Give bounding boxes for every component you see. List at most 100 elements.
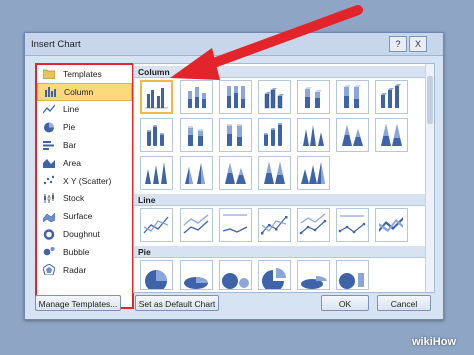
chart-subtype-3d-column[interactable] — [375, 80, 408, 114]
doughnut-chart-icon — [43, 228, 55, 240]
column-chart-icon — [44, 86, 56, 98]
bubble-chart-icon — [43, 246, 55, 257]
3d-pyramid-icon — [301, 162, 325, 184]
line-with-markers-icon — [261, 216, 288, 235]
close-button[interactable]: X — [409, 36, 427, 52]
chart-subtype-3d-pie[interactable] — [180, 260, 213, 290]
chart-type-pie[interactable]: Pie — [37, 118, 132, 136]
chart-subtype-3d-cylinder[interactable] — [258, 118, 291, 152]
pie-icon — [145, 270, 167, 292]
chart-type-label: Bubble — [63, 246, 90, 257]
stacked-line-with-markers-icon — [299, 213, 327, 235]
chart-type-area[interactable]: Area — [37, 154, 132, 172]
3d-line-icon — [379, 217, 403, 232]
chart-type-label: Column — [64, 86, 94, 97]
ok-button[interactable]: OK — [321, 295, 369, 311]
chart-subtype-clustered-cone[interactable] — [297, 118, 330, 152]
chart-subtype-stacked-line[interactable] — [180, 208, 213, 242]
clustered-cone-icon — [303, 125, 324, 146]
section-header-pie: Pie — [134, 246, 426, 258]
percent-stacked-line-with-markers-icon — [338, 215, 366, 234]
scatter-chart-icon — [43, 175, 55, 186]
chart-subtype-100-stacked-line-with-markers[interactable] — [336, 208, 369, 242]
chart-subtype-100-stacked-cylinder[interactable] — [219, 118, 252, 152]
chart-subtype-3d-exploded-pie[interactable] — [297, 260, 330, 290]
chart-subtype-3d-pyramid[interactable] — [297, 156, 330, 190]
chart-subtype-stacked-line-with-markers[interactable] — [297, 208, 330, 242]
chart-type-label: Doughnut — [63, 229, 100, 240]
chart-type-stock[interactable]: Stock — [37, 190, 132, 208]
clustered-cylinder-icon — [147, 125, 164, 146]
chart-subtype-gallery: Column Line Pie — [133, 63, 435, 293]
chart-type-line[interactable]: Line — [37, 101, 132, 119]
chart-subtype-100-stacked-line[interactable] — [219, 208, 252, 242]
chart-subtype-bar-of-pie[interactable] — [336, 260, 369, 290]
clustered-pyramid-icon — [185, 163, 205, 184]
chart-subtype-pie[interactable] — [140, 260, 173, 292]
radar-chart-icon — [42, 263, 56, 276]
line-chart-icon — [42, 104, 56, 115]
chart-type-label: Line — [63, 104, 80, 115]
percent-stacked-pyramid-icon — [264, 162, 285, 184]
pie-chart-icon — [43, 122, 55, 133]
3d-pie-icon — [184, 277, 208, 289]
bar-of-pie-icon — [339, 273, 364, 289]
chart-subtype-line-with-markers[interactable] — [258, 208, 291, 242]
chart-type-label: Pie — [63, 122, 76, 133]
gallery-scrollbar[interactable] — [425, 64, 434, 292]
chart-type-surface[interactable]: Surface — [37, 207, 132, 225]
section-header-line: Line — [134, 194, 426, 206]
dialog-title: Insert Chart — [31, 39, 81, 50]
line-icon — [143, 216, 169, 234]
chart-type-doughnut[interactable]: Doughnut — [37, 225, 132, 243]
chart-type-bubble[interactable]: Bubble — [37, 243, 132, 261]
chart-type-templates[interactable]: Templates — [37, 65, 132, 83]
chart-type-column[interactable]: Column — [37, 82, 132, 101]
chart-subtype-100-stacked-pyramid[interactable] — [258, 156, 291, 190]
chart-subtype-clustered-pyramid[interactable] — [180, 156, 213, 190]
chart-subtype-stacked-pyramid[interactable] — [219, 156, 252, 190]
3d-cylinder-icon — [264, 123, 282, 146]
chart-type-label: Radar — [63, 264, 87, 275]
chart-subtype-3d-cone[interactable] — [140, 156, 173, 190]
bar-chart-icon — [43, 140, 55, 151]
area-chart-icon — [43, 157, 55, 169]
percent-stacked-cylinder-icon — [227, 124, 242, 146]
chart-type-label: Templates — [63, 68, 102, 79]
help-button[interactable]: ? — [389, 36, 407, 52]
3d-exploded-pie-icon — [301, 276, 327, 289]
folder-icon — [42, 68, 56, 80]
watermark: wikiHow — [412, 336, 457, 348]
red-arrow-annotation — [170, 5, 363, 80]
percent-stacked-line-icon — [222, 214, 248, 233]
scrollbar-thumb[interactable] — [427, 76, 433, 124]
chart-subtype-stacked-cone[interactable] — [336, 118, 369, 152]
chart-subtype-exploded-pie[interactable] — [258, 260, 291, 292]
set-default-chart-button[interactable]: Set as Default Chart — [135, 295, 219, 311]
3d-column-icon — [381, 84, 401, 108]
chart-subtype-clustered-cylinder[interactable] — [140, 118, 173, 152]
stock-chart-icon — [43, 192, 55, 204]
percent-stacked-cone-icon — [381, 124, 402, 146]
chart-subtype-pie-of-pie[interactable] — [219, 260, 252, 290]
chart-type-radar[interactable]: Radar — [37, 261, 132, 279]
chart-type-label: Bar — [63, 140, 77, 151]
chart-type-list: Templates Column Line Pie Bar Area X Y (… — [35, 63, 134, 309]
chart-type-scatter[interactable]: X Y (Scatter) — [37, 172, 132, 190]
chart-subtype-3d-line[interactable] — [375, 208, 408, 242]
chart-subtype-stacked-cylinder[interactable] — [180, 118, 213, 152]
stacked-cone-icon — [342, 125, 363, 146]
exploded-pie-icon — [262, 268, 286, 292]
manage-templates-button[interactable]: Manage Templates... — [35, 295, 121, 311]
chart-subtype-line[interactable] — [140, 208, 173, 242]
stacked-pyramid-icon — [225, 163, 246, 184]
stacked-cylinder-icon — [188, 126, 203, 146]
stacked-line-icon — [183, 214, 209, 234]
chart-type-bar[interactable]: Bar — [37, 136, 132, 154]
pie-of-pie-icon — [222, 273, 249, 289]
3d-cone-icon — [145, 162, 167, 184]
chart-type-label: Surface — [63, 211, 93, 222]
chart-subtype-100-stacked-cone[interactable] — [375, 118, 408, 152]
chart-type-label: Stock — [63, 193, 85, 204]
cancel-button[interactable]: Cancel — [377, 295, 431, 311]
